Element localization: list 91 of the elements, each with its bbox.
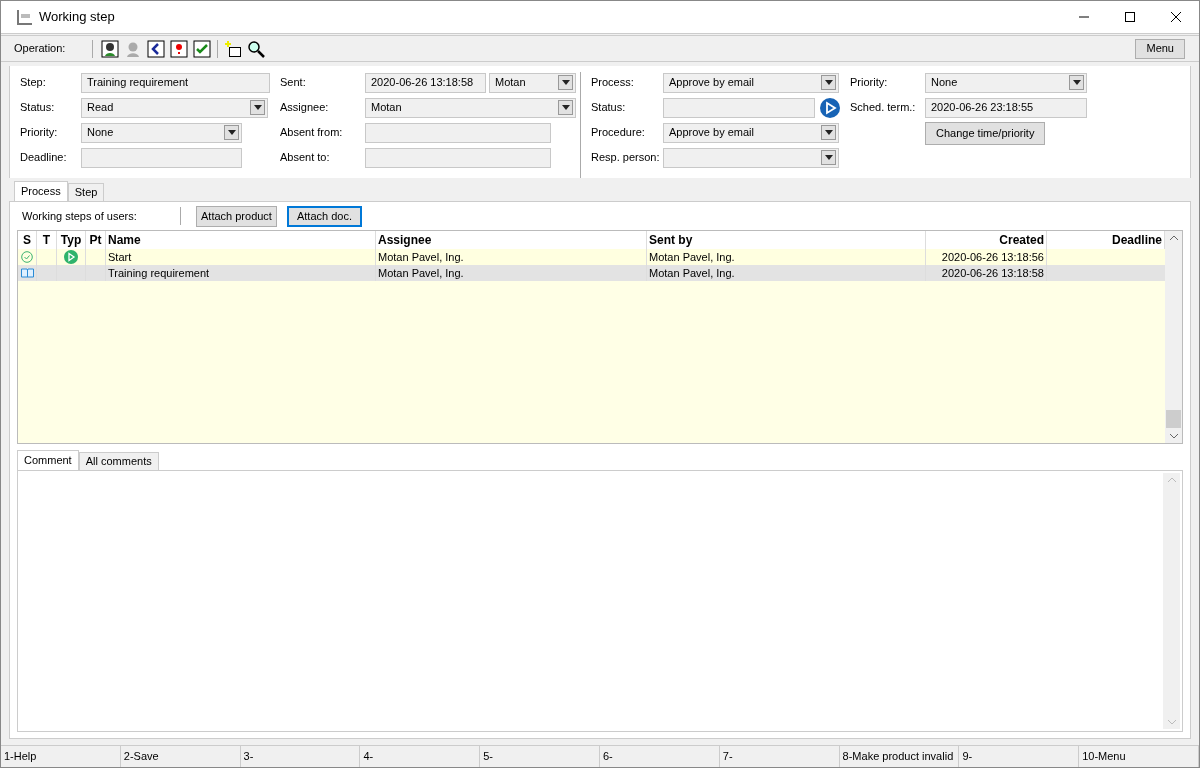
function-key[interactable]: 3- xyxy=(240,746,361,767)
dropdown-button[interactable] xyxy=(821,150,836,165)
search-icon[interactable] xyxy=(247,39,265,58)
field-label: Absent from: xyxy=(280,125,344,141)
text-field[interactable] xyxy=(81,147,242,168)
maximize-icon xyxy=(1125,12,1135,22)
table-cell: Motan Pavel, Ing. xyxy=(378,267,464,279)
change-time-button[interactable]: Change time/priority xyxy=(925,122,1046,145)
tab[interactable]: Process xyxy=(14,181,68,201)
play-button-icon[interactable] xyxy=(820,97,840,118)
app-logo-icon xyxy=(17,9,33,25)
dropdown-field[interactable]: None xyxy=(81,122,242,143)
check-circle-icon xyxy=(21,251,33,263)
dropdown-button[interactable] xyxy=(558,100,573,115)
field-label: Priority: xyxy=(850,75,889,91)
dropdown-button[interactable] xyxy=(821,125,836,140)
field-label: Deadline: xyxy=(20,150,68,166)
open-book-icon xyxy=(20,268,34,278)
function-key[interactable]: 1-Help xyxy=(1,746,121,767)
function-key[interactable]: 10-Menu xyxy=(1079,746,1199,767)
text-field[interactable]: Training requirement xyxy=(81,72,270,93)
attach-button[interactable]: Attach product xyxy=(196,205,277,227)
tab[interactable]: Comment xyxy=(17,450,79,470)
field-label: Process: xyxy=(591,75,635,91)
person-icon[interactable] xyxy=(101,39,119,58)
caret-icon xyxy=(1072,80,1081,85)
table-row[interactable]: Start Motan Pavel, Ing. Motan Pavel, Ing. 2020-06-26 13:18:56 xyxy=(18,249,1165,265)
table-cell: Motan Pavel, Ing. xyxy=(378,251,464,263)
table-cell: Motan Pavel, Ing. xyxy=(649,267,735,279)
exclamation-icon[interactable] xyxy=(170,39,188,58)
scrollbar[interactable] xyxy=(1165,231,1182,443)
caret-icon xyxy=(824,130,833,135)
function-key[interactable]: 7- xyxy=(719,746,840,767)
field-label: Status: xyxy=(591,100,627,116)
dropdown-button[interactable] xyxy=(821,75,836,90)
scroll-thumb[interactable] xyxy=(1166,410,1181,428)
toolbar-label: Operation: xyxy=(14,41,67,57)
function-key[interactable]: 9- xyxy=(959,746,1080,767)
function-key[interactable]: 2-Save xyxy=(120,746,241,767)
dropdown-field[interactable]: Motan xyxy=(489,72,576,93)
text-field[interactable] xyxy=(365,147,551,168)
field-label: Absent to: xyxy=(280,150,331,166)
table-row[interactable]: Training requirement Motan Pavel, Ing. Motan Pavel, Ing. 2020-06-26 13:18:58 xyxy=(18,265,1165,281)
menu-button[interactable]: Menu xyxy=(1135,38,1185,59)
dropdown-button[interactable] xyxy=(1069,75,1084,90)
field-label: Resp. person: xyxy=(591,150,661,166)
checkmark-icon[interactable] xyxy=(193,39,211,58)
caret-icon xyxy=(824,155,833,160)
caret-icon xyxy=(561,80,570,85)
field-label: Status: xyxy=(20,100,56,116)
table-cell: Motan Pavel, Ing. xyxy=(649,251,735,263)
tab[interactable]: All comments xyxy=(78,452,159,470)
dropdown-field[interactable]: Approve by email xyxy=(663,72,839,93)
function-key[interactable]: 6- xyxy=(600,746,720,767)
dropdown-button[interactable] xyxy=(224,125,239,140)
dropdown-field[interactable]: Read xyxy=(81,97,268,118)
function-key[interactable]: 8-Make product invalid xyxy=(839,746,960,767)
caret-icon xyxy=(561,105,570,110)
table-cell: 2020-06-26 13:18:56 xyxy=(941,251,1044,263)
function-key[interactable]: 4- xyxy=(360,746,481,767)
chevron-down-icon[interactable] xyxy=(1169,434,1178,439)
attach-button[interactable]: Attach doc. xyxy=(286,205,362,227)
new-item-icon[interactable] xyxy=(224,39,242,58)
function-key[interactable]: 5- xyxy=(480,746,600,767)
table-cell: Start xyxy=(108,251,132,263)
text-field[interactable] xyxy=(365,122,551,143)
text-field[interactable] xyxy=(663,97,815,118)
window-title: Working step xyxy=(39,8,115,27)
dropdown-button[interactable] xyxy=(558,75,573,90)
text-field[interactable]: 2020-06-26 13:18:58 xyxy=(365,72,486,93)
dropdown-field[interactable]: None xyxy=(925,72,1087,93)
field-label: Procedure: xyxy=(591,125,646,141)
field-label: Assignee: xyxy=(280,100,330,116)
dropdown-field[interactable] xyxy=(663,147,839,168)
dropdown-field[interactable]: Approve by email xyxy=(663,122,839,143)
dropdown-button[interactable] xyxy=(250,100,265,115)
close-icon xyxy=(1171,12,1181,22)
tab[interactable]: Step xyxy=(67,183,105,201)
table-cell: 2020-06-26 13:18:58 xyxy=(941,267,1044,279)
dropdown-field[interactable]: Motan xyxy=(365,97,576,118)
caret-icon xyxy=(253,105,262,110)
caret-icon xyxy=(227,130,236,135)
caret-icon xyxy=(824,80,833,85)
chevron-up-icon[interactable] xyxy=(1169,235,1178,240)
text-field[interactable]: 2020-06-26 23:18:55 xyxy=(925,97,1087,118)
field-label: Priority: xyxy=(20,125,59,141)
table-cell: Training requirement xyxy=(108,267,210,279)
section-label: Working steps of users: xyxy=(22,208,138,224)
field-label: Sent: xyxy=(280,75,307,91)
field-label: Sched. term.: xyxy=(850,100,917,116)
field-label: Step: xyxy=(20,75,47,91)
